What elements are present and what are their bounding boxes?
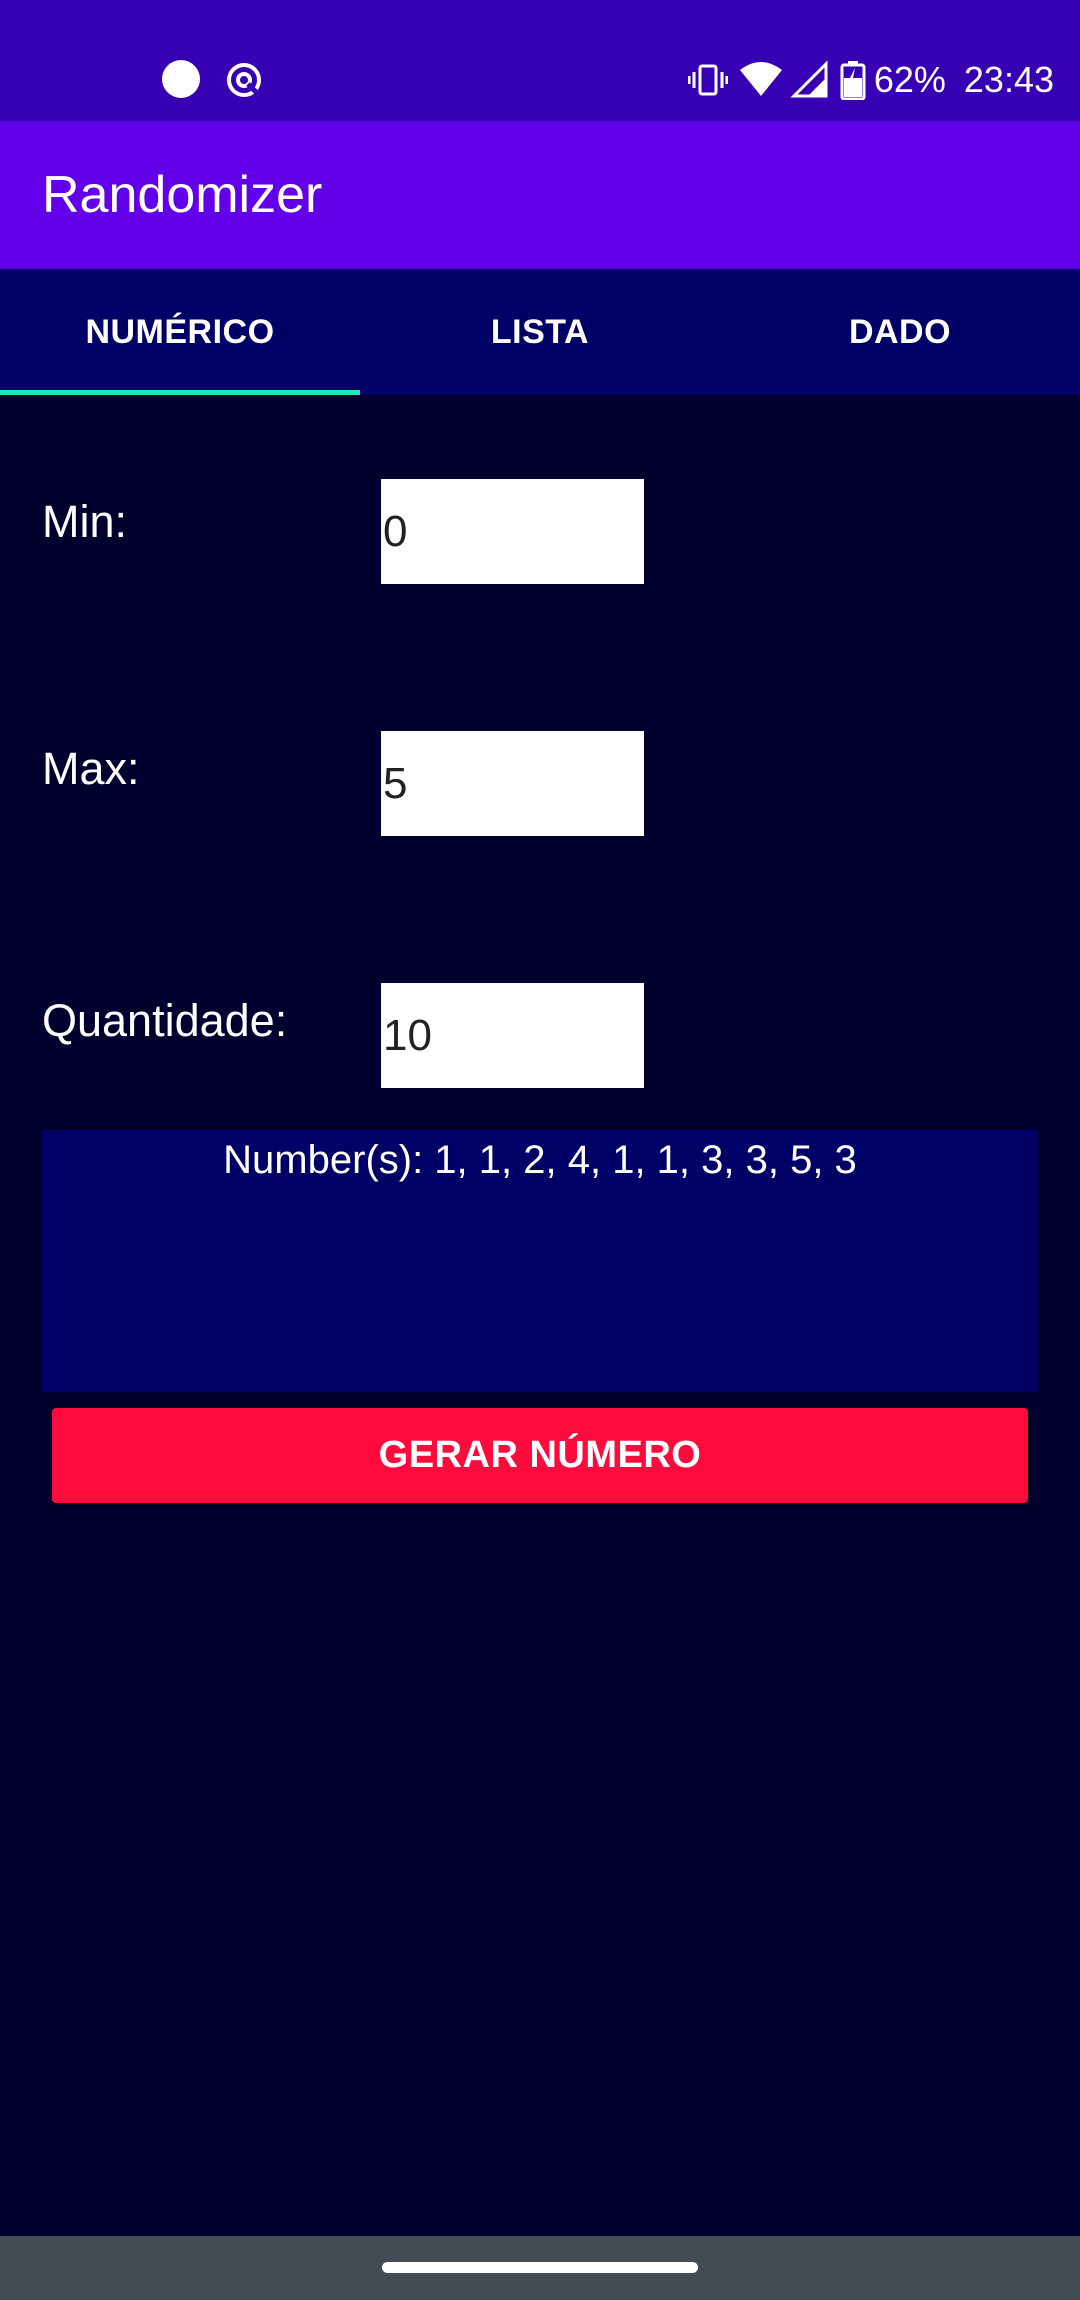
min-label: Min: xyxy=(42,496,128,547)
result-text: Number(s): 1, 1, 2, 4, 1, 1, 3, 3, 5, 3 xyxy=(223,1138,857,1182)
battery-charging-icon xyxy=(840,61,866,100)
quantity-label: Quantidade: xyxy=(42,995,288,1046)
status-icons: 62% 23:43 xyxy=(687,52,1054,108)
app-title: Randomizer xyxy=(42,166,323,224)
battery-percent: 62% xyxy=(873,59,946,100)
quantity-input[interactable] xyxy=(381,983,644,1088)
cell-signal-icon xyxy=(790,60,828,98)
tab-dado[interactable]: DADO xyxy=(720,269,1080,395)
min-input[interactable] xyxy=(381,479,644,584)
screen: 62% 23:43 Randomizer NUMÉRICO LISTA DADO… xyxy=(0,0,1080,2300)
notification-dot-icon xyxy=(162,60,200,98)
vibrate-icon xyxy=(687,64,728,96)
result-panel: Number(s): 1, 1, 2, 4, 1, 1, 3, 3, 5, 3 xyxy=(42,1130,1038,1392)
tab-numerico[interactable]: NUMÉRICO xyxy=(0,269,360,395)
clock-time: 23:43 xyxy=(963,59,1054,100)
tab-bar: NUMÉRICO LISTA DADO xyxy=(0,269,1080,395)
wifi-icon xyxy=(739,62,782,96)
app-bar: Randomizer xyxy=(0,121,1080,269)
generate-number-button[interactable]: GERAR NÚMERO xyxy=(52,1408,1028,1503)
tab-selected-indicator xyxy=(0,390,360,395)
navigation-bar xyxy=(0,2236,1080,2300)
home-gesture-handle[interactable] xyxy=(382,2262,698,2273)
tab-lista[interactable]: LISTA xyxy=(360,269,720,395)
max-input[interactable] xyxy=(381,731,644,836)
max-label: Max: xyxy=(42,743,140,794)
sync-icon xyxy=(227,63,261,97)
status-bar: 62% 23:43 xyxy=(0,0,1080,121)
